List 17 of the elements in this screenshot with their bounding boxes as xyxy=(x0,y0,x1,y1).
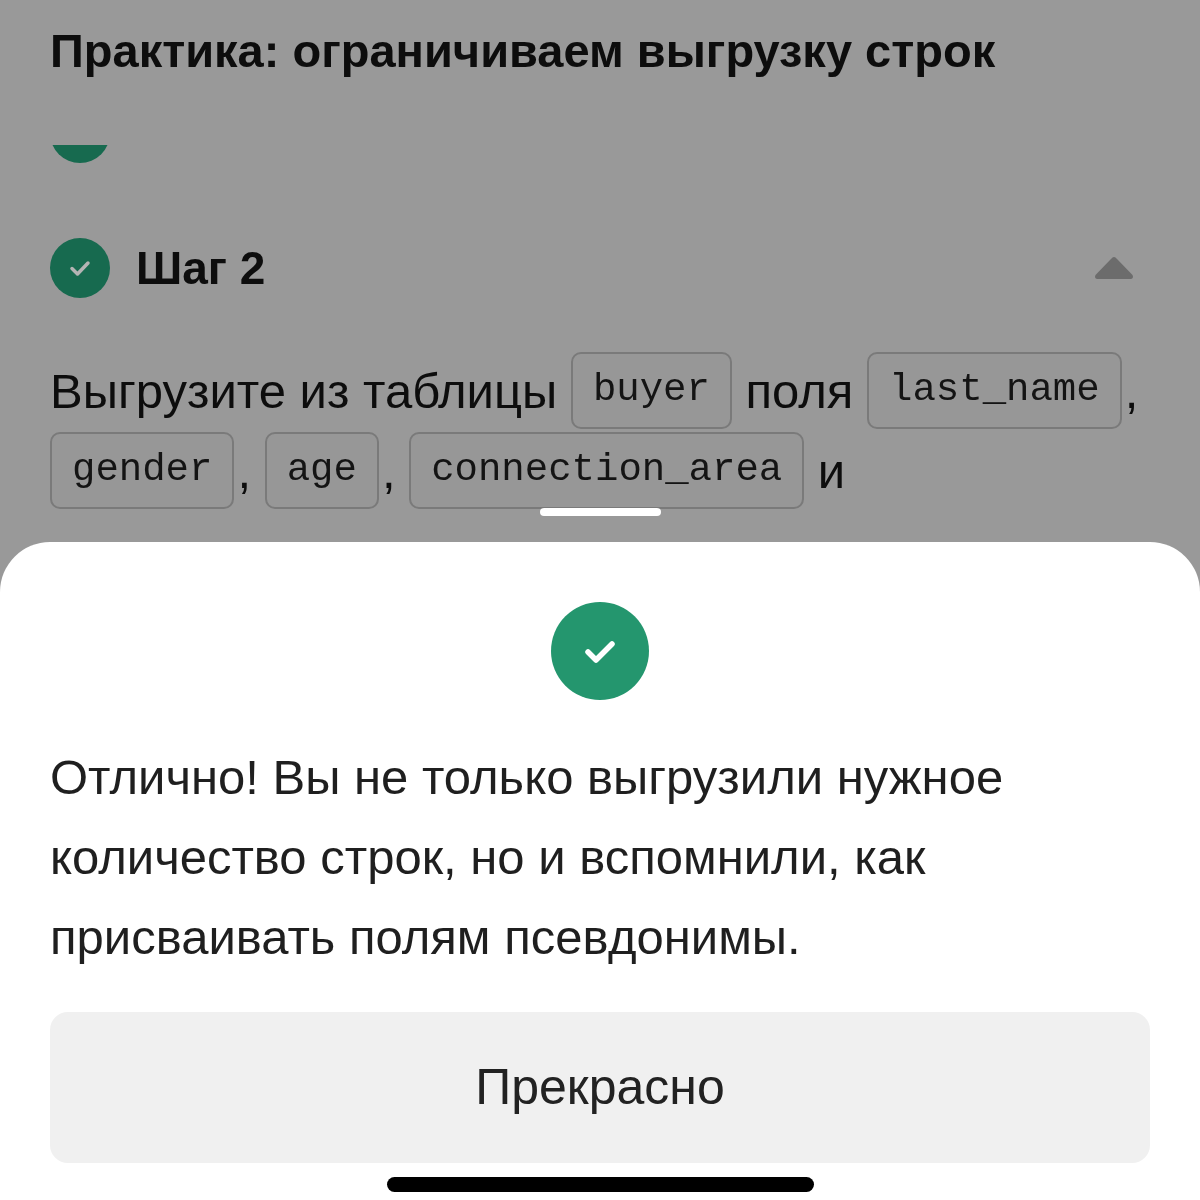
instruction-text: и xyxy=(817,443,846,500)
code-token: buyer xyxy=(570,352,732,429)
confirm-button[interactable]: Прекрасно xyxy=(50,1012,1150,1163)
caret-icon[interactable] xyxy=(1094,256,1134,280)
code-token: age xyxy=(264,432,379,509)
code-token: last_name xyxy=(867,352,1122,429)
step-title: Шаг 2 xyxy=(136,241,266,296)
code-token: gender xyxy=(50,432,235,509)
page-title: Практика: ограничиваем выгрузку строк xyxy=(50,23,996,79)
result-message: Отлично! Вы не только выгрузили нужное количество строк, но и вспомнили, как присваивать полям псевдонимы. xyxy=(50,749,1005,966)
drag-handle[interactable] xyxy=(540,508,661,516)
punctuation-text: , xyxy=(1124,363,1139,420)
code-token: connection_area xyxy=(409,432,805,509)
instruction-text: Выгрузите из таблицы xyxy=(50,363,558,420)
punctuation-text: , xyxy=(237,443,252,500)
punctuation-text: , xyxy=(381,443,396,500)
instruction-text: поля xyxy=(745,363,854,420)
